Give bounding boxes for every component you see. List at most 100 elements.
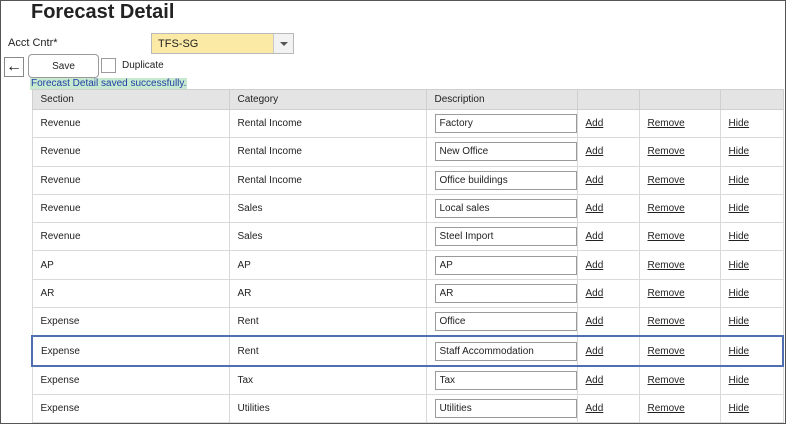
remove-link[interactable]: Remove [648, 118, 685, 129]
add-link[interactable]: Add [586, 146, 604, 157]
remove-link[interactable]: Remove [648, 175, 685, 186]
cell-remove: Remove [638, 250, 721, 280]
hide-link[interactable]: Hide [729, 260, 750, 271]
hide-link[interactable]: Hide [729, 288, 750, 299]
table-row[interactable]: RevenueRental Income Add Remove Hide [31, 137, 784, 167]
table-row[interactable]: APAP Add Remove Hide [31, 250, 784, 280]
add-link[interactable]: Add [586, 231, 604, 242]
table-row[interactable]: ExpenseTax Add Remove Hide [31, 365, 784, 395]
duplicate-label: Duplicate [122, 60, 164, 71]
hide-link[interactable]: Hide [729, 375, 750, 386]
add-link[interactable]: Add [586, 403, 604, 414]
description-input[interactable] [434, 142, 577, 162]
cell-section: Revenue [31, 193, 230, 224]
header-category[interactable]: Category [228, 89, 427, 110]
add-link[interactable]: Add [586, 346, 604, 357]
cell-section: Revenue [31, 222, 230, 252]
add-link[interactable]: Add [586, 288, 604, 299]
cell-hide: Hide [719, 137, 784, 167]
cell-remove: Remove [638, 393, 721, 424]
chevron-down-icon[interactable] [273, 34, 293, 53]
description-input[interactable] [434, 370, 577, 390]
description-input[interactable] [434, 312, 577, 332]
description-input[interactable] [434, 227, 577, 247]
cell-category: Rental Income [228, 137, 427, 167]
hide-link[interactable]: Hide [729, 403, 750, 414]
cell-description [425, 193, 578, 224]
duplicate-checkbox[interactable] [101, 58, 116, 73]
acct-cntr-value: TFS-SG [158, 38, 199, 50]
table-row[interactable]: ARAR Add Remove Hide [31, 278, 784, 309]
cell-section: Revenue [31, 108, 230, 139]
save-button[interactable]: Save [28, 54, 99, 78]
description-input[interactable] [434, 114, 577, 134]
cell-add: Add [576, 137, 640, 167]
cell-remove: Remove [638, 193, 721, 224]
description-input[interactable] [434, 199, 577, 219]
cell-section: Expense [31, 365, 230, 395]
remove-link[interactable]: Remove [648, 316, 685, 327]
add-link[interactable]: Add [586, 375, 604, 386]
back-arrow-icon[interactable]: ← [4, 57, 24, 77]
hide-link[interactable]: Hide [729, 346, 750, 357]
remove-link[interactable]: Remove [648, 260, 685, 271]
table-row[interactable]: ExpenseRent Add Remove Hide [31, 335, 784, 367]
hide-link[interactable]: Hide [729, 175, 750, 186]
hide-link[interactable]: Hide [729, 316, 750, 327]
cell-description [425, 335, 578, 367]
cell-remove: Remove [638, 222, 721, 252]
cell-add: Add [576, 108, 640, 139]
table-row[interactable]: RevenueRental Income Add Remove Hide [31, 108, 784, 139]
description-input[interactable] [434, 283, 577, 303]
remove-link[interactable]: Remove [648, 346, 685, 357]
cell-description [425, 250, 578, 280]
cell-section: Revenue [31, 137, 230, 167]
add-link[interactable]: Add [586, 175, 604, 186]
description-input[interactable] [434, 255, 577, 275]
cell-hide: Hide [719, 335, 784, 367]
hide-link[interactable]: Hide [729, 146, 750, 157]
table-row[interactable]: RevenueSales Add Remove Hide [31, 222, 784, 252]
forecast-detail-table: Section Category Description Revenue Rent… [31, 89, 784, 424]
cell-section: Expense [31, 335, 230, 367]
cell-remove: Remove [638, 108, 721, 139]
header-section[interactable]: Section [31, 89, 230, 110]
cell-description [425, 137, 578, 167]
header-remove [638, 89, 721, 110]
cell-section: Expense [31, 393, 230, 424]
remove-link[interactable]: Remove [648, 146, 685, 157]
cell-hide: Hide [719, 278, 784, 309]
cell-add: Add [576, 250, 640, 280]
add-link[interactable]: Add [586, 316, 604, 327]
table-row[interactable]: RevenueRental Income Add Remove Hide [31, 165, 784, 195]
cell-description [425, 222, 578, 252]
description-input[interactable] [434, 399, 577, 419]
description-input[interactable] [434, 341, 577, 361]
remove-link[interactable]: Remove [648, 203, 685, 214]
add-link[interactable]: Add [586, 118, 604, 129]
add-link[interactable]: Add [586, 260, 604, 271]
cell-section: AP [31, 250, 230, 280]
cell-description [425, 393, 578, 424]
description-input[interactable] [434, 170, 577, 190]
cell-category: Rental Income [228, 108, 427, 139]
cell-add: Add [576, 335, 640, 367]
cell-category: Sales [228, 193, 427, 224]
hide-link[interactable]: Hide [729, 203, 750, 214]
acct-cntr-select[interactable]: TFS-SG [151, 33, 294, 54]
table-row[interactable]: ExpenseUtilities Add Remove Hide [31, 393, 784, 424]
remove-link[interactable]: Remove [648, 403, 685, 414]
add-link[interactable]: Add [586, 203, 604, 214]
cell-description [425, 278, 578, 309]
remove-link[interactable]: Remove [648, 288, 685, 299]
header-description[interactable]: Description [425, 89, 578, 110]
table-row[interactable]: ExpenseRent Add Remove Hide [31, 307, 784, 337]
hide-link[interactable]: Hide [729, 118, 750, 129]
table-row[interactable]: RevenueSales Add Remove Hide [31, 193, 784, 224]
cell-category: Rent [228, 307, 427, 337]
cell-description [425, 165, 578, 195]
remove-link[interactable]: Remove [648, 231, 685, 242]
remove-link[interactable]: Remove [648, 375, 685, 386]
cell-hide: Hide [719, 222, 784, 252]
hide-link[interactable]: Hide [729, 231, 750, 242]
